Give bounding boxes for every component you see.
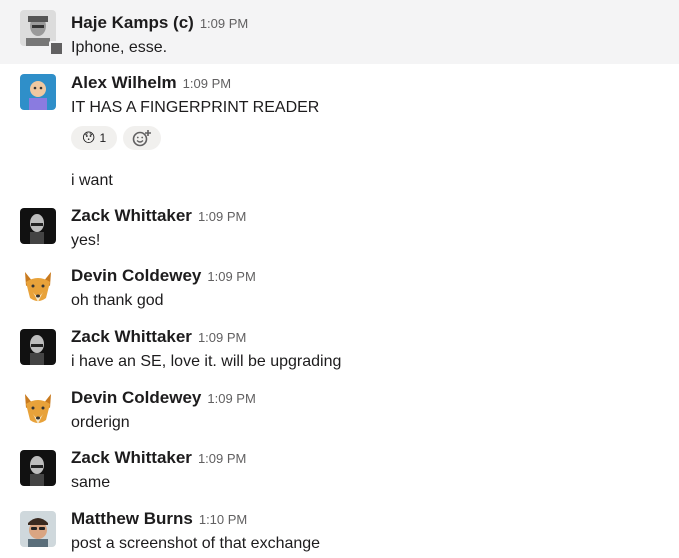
reaction-pill[interactable]: 😯 1 (71, 126, 117, 150)
message-devin: Devin Coldewey 1:09 PM orderign (0, 380, 679, 440)
message-time[interactable]: 1:09 PM (200, 16, 248, 31)
avatar-matthew[interactable] (20, 511, 56, 547)
message-devin: Devin Coldewey 1:09 PM oh thank god (0, 258, 679, 319)
message-text: yes! (71, 232, 101, 249)
author-name[interactable]: Matthew Burns 1:10 PM (71, 509, 247, 530)
message-time[interactable]: 1:09 PM (198, 330, 246, 345)
message-haje: Haje Kamps (c) 1:09 PM Iphone, esse. (0, 0, 679, 64)
author-name[interactable]: Haje Kamps (c) 1:09 PM (71, 13, 248, 34)
presence-status-icon (49, 41, 64, 56)
reaction-emoji: 😯 (81, 130, 96, 145)
message-text: same (71, 474, 111, 491)
message-matthew: Matthew Burns 1:10 PM post a screenshot o… (0, 501, 679, 558)
avatar-devin[interactable] (20, 268, 56, 304)
message-continuation: i want (0, 164, 679, 198)
message-time[interactable]: 1:10 PM (199, 512, 247, 527)
message-text: i have an SE, love it. will be upgrading (71, 353, 342, 370)
avatar-devin[interactable] (20, 390, 56, 426)
author-name[interactable]: Alex Wilhelm 1:09 PM (71, 73, 231, 94)
message-time[interactable]: 1:09 PM (183, 76, 231, 91)
message-text: oh thank god (71, 292, 164, 309)
message-time[interactable]: 1:09 PM (207, 269, 255, 284)
add-reaction-icon (132, 130, 151, 147)
avatar-zack[interactable] (20, 450, 56, 486)
author-name[interactable]: Devin Coldewey 1:09 PM (71, 388, 256, 409)
message-alex: Alex Wilhelm 1:09 PM IT HAS A FINGERPRINT… (0, 64, 679, 164)
message-time[interactable]: 1:09 PM (198, 451, 246, 466)
message-time[interactable]: 1:09 PM (198, 209, 246, 224)
message-text: Iphone, esse. (71, 39, 168, 56)
message-zack: Zack Whittaker 1:09 PM same (0, 440, 679, 501)
avatar-zack[interactable] (20, 329, 56, 365)
message-text: i want (71, 172, 113, 189)
author-name[interactable]: Zack Whittaker 1:09 PM (71, 448, 246, 469)
avatar-alex[interactable] (20, 74, 56, 110)
avatar-zack[interactable] (20, 208, 56, 244)
message-text: post a screenshot of that exchange (71, 535, 321, 552)
message-text: IT HAS A FINGERPRINT READER (71, 99, 320, 116)
message-zack: Zack Whittaker 1:09 PM i have an SE, love… (0, 319, 679, 380)
reaction-count: 1 (99, 131, 107, 145)
message-zack: Zack Whittaker 1:09 PM yes! (0, 198, 679, 258)
author-name[interactable]: Zack Whittaker 1:09 PM (71, 206, 246, 227)
author-name[interactable]: Devin Coldewey 1:09 PM (71, 266, 256, 287)
add-reaction-button[interactable] (123, 126, 161, 150)
message-time[interactable]: 1:09 PM (207, 391, 255, 406)
author-name[interactable]: Zack Whittaker 1:09 PM (71, 327, 246, 348)
message-text: orderign (71, 414, 130, 431)
